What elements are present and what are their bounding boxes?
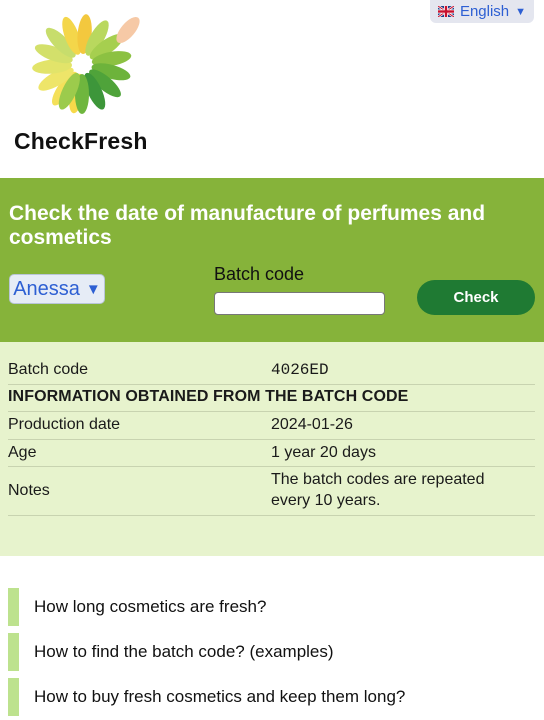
batch-code-value: 4026ED — [271, 361, 329, 379]
link-freshness[interactable]: How long cosmetics are fresh? — [8, 588, 538, 626]
header: CheckFresh English ▼ — [0, 0, 544, 178]
caret-down-icon: ▼ — [515, 5, 527, 18]
age-label: Age — [8, 444, 37, 461]
checkfresh-logo-icon — [32, 14, 140, 114]
batch-code-row-label: Batch code — [8, 361, 89, 378]
brand-select[interactable]: Anessa ▼ — [9, 274, 105, 304]
production-date-row: Production date 2024-01-26 — [8, 411, 535, 440]
notes-line-2: every 10 years. — [271, 492, 381, 509]
link-accent-bar — [8, 678, 19, 716]
link-find-batch-code[interactable]: How to find the batch code? (examples) — [8, 633, 538, 671]
link-label[interactable]: How to find the batch code? (examples) — [34, 642, 334, 662]
notes-row: Notes The batch codes are repeated every… — [8, 466, 535, 516]
age-row: Age 1 year 20 days — [8, 439, 535, 467]
link-buy-fresh[interactable]: How to buy fresh cosmetics and keep them… — [8, 678, 538, 716]
notes-line-1: The batch codes are repeated — [271, 471, 485, 488]
link-accent-bar — [8, 633, 19, 671]
info-section-heading-row: INFORMATION OBTAINED FROM THE BATCH CODE — [8, 384, 535, 412]
caret-down-icon: ▼ — [85, 280, 101, 298]
brand-select-value: Anessa — [13, 277, 80, 300]
production-date-label: Production date — [8, 416, 121, 433]
batch-code-row: Batch code 4026ED — [8, 357, 535, 385]
language-selector[interactable]: English ▼ — [430, 0, 534, 23]
language-label: English — [459, 3, 510, 20]
check-button[interactable]: Check — [417, 280, 535, 315]
age-value: 1 year 20 days — [271, 444, 376, 461]
info-section-heading: INFORMATION OBTAINED FROM THE BATCH CODE — [8, 388, 409, 405]
page-title: Check the date of manufacture of perfume… — [9, 202, 486, 249]
batch-code-input[interactable] — [214, 292, 385, 315]
brand-name: CheckFresh — [14, 128, 148, 154]
link-label[interactable]: How to buy fresh cosmetics and keep them… — [34, 687, 405, 707]
link-accent-bar — [8, 588, 19, 626]
uk-flag-icon — [437, 6, 454, 17]
link-label[interactable]: How long cosmetics are fresh? — [34, 597, 266, 617]
production-date-value: 2024-01-26 — [271, 416, 353, 433]
notes-label: Notes — [8, 482, 50, 499]
batch-code-label: Batch code — [214, 264, 305, 284]
